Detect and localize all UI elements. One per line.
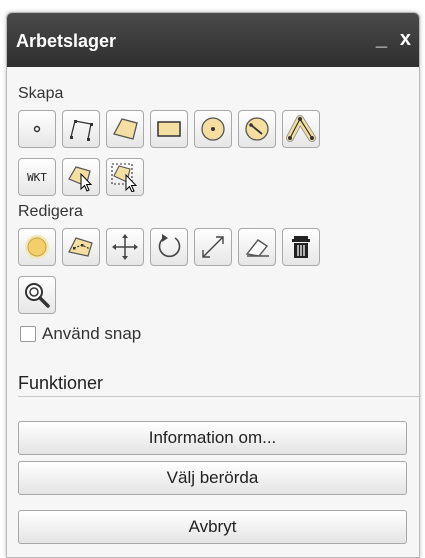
create-section-label: Skapa [18,85,64,102]
functions-title: Funktioner [18,373,104,393]
minimize-button[interactable]: _ [376,27,387,51]
scale-button[interactable] [194,228,232,266]
panel-title: Arbetslager [16,31,117,51]
snap-option: Använd snap [20,324,141,344]
edit-section-label: Redigera [18,203,83,220]
buffer-line-icon [286,115,316,142]
create-tools-row-1 [18,110,320,148]
select-box-button[interactable] [106,158,144,196]
line-icon [70,120,93,141]
circle-radius-icon [245,117,269,141]
wkt-button[interactable]: WKT [18,158,56,196]
edit-tools-row-1 [18,228,320,266]
rotate-icon [158,234,181,258]
cancel-button[interactable]: Avbryt [18,510,407,544]
draw-circle-radius-button[interactable] [238,110,276,148]
snap-checkbox[interactable] [20,326,36,342]
edit-tools-row-2 [18,276,56,314]
point-icon [33,125,41,133]
buffer-icon [25,235,49,259]
wkt-icon: WKT [27,170,47,184]
select-polygon-button[interactable] [62,158,100,196]
reshape-button[interactable] [62,228,100,266]
polygon-icon [113,118,138,140]
move-button[interactable] [106,228,144,266]
draw-line-button[interactable] [62,110,100,148]
information-button[interactable]: Information om... [18,421,407,455]
buffer-button[interactable] [18,228,56,266]
move-icon [112,234,138,260]
snap-label[interactable]: Använd snap [42,324,141,344]
draw-rectangle-button[interactable] [150,110,188,148]
scale-icon [202,236,224,258]
delete-button[interactable] [282,228,320,266]
erase-button[interactable] [238,228,276,266]
rotate-button[interactable] [150,228,188,266]
panel-titlebar[interactable]: Arbetslager _ x [7,13,419,67]
functions-divider [18,396,421,397]
eraser-icon [245,239,269,257]
select-polygon-icon [68,166,93,192]
draw-circle-button[interactable] [194,110,232,148]
draw-point-button[interactable] [18,110,56,148]
draw-buffered-line-button[interactable] [282,110,320,148]
reshape-icon [68,237,93,257]
close-button[interactable]: x [400,27,411,51]
select-box-icon [111,163,138,192]
zoom-to-feature-button[interactable] [18,276,56,314]
select-affected-button[interactable]: Välj berörda [18,461,407,495]
zoom-to-icon [25,283,50,308]
circle-icon [201,117,225,141]
create-tools-row-2: WKT [18,158,144,196]
rectangle-icon [157,121,181,137]
draw-polygon-button[interactable] [106,110,144,148]
trash-icon [292,236,310,258]
